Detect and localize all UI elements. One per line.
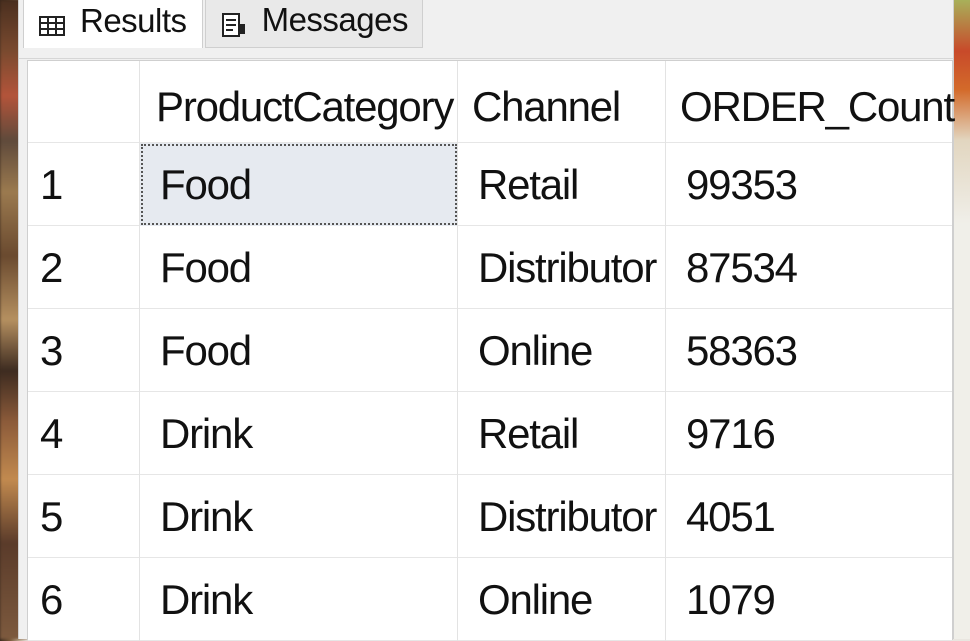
table-cell-productcategory[interactable]: Drink [140,475,458,558]
row-number[interactable]: 4 [28,392,140,475]
table-row: 5 Drink Distributor 4051 [28,475,952,558]
table-cell-channel[interactable]: Retail [458,143,666,226]
messages-icon [220,11,248,39]
table-cell-channel[interactable]: Online [458,558,666,641]
table-row: 4 Drink Retail 9716 [28,392,952,475]
column-header-channel[interactable]: Channel [458,61,666,144]
results-pane: Results Messages ProductCategory Channel… [18,0,955,641]
row-number[interactable]: 2 [28,226,140,309]
table-cell-order-count[interactable]: 1079 [666,558,952,641]
row-number[interactable]: 6 [28,558,140,641]
table-row: 2 Food Distributor 87534 [28,226,952,309]
tab-messages-label: Messages [261,1,409,38]
background-photo-right [952,0,970,639]
table-cell-order-count[interactable]: 87534 [666,226,952,309]
tab-results-label: Results [80,2,187,39]
row-number[interactable]: 1 [28,143,140,226]
table-cell-channel[interactable]: Distributor [458,226,666,309]
table-cell-order-count[interactable]: 99353 [666,143,952,226]
row-number-header[interactable] [28,61,140,144]
results-tabbar: Results Messages [19,0,953,59]
table-cell-order-count[interactable]: 4051 [666,475,952,558]
table-cell-order-count[interactable]: 58363 [666,309,952,392]
table-cell-productcategory[interactable]: Food [140,226,458,309]
table-cell-channel[interactable]: Retail [458,392,666,475]
table-cell-productcategory[interactable]: Food [140,143,458,226]
table-row: 6 Drink Online 1079 [28,558,952,641]
table-cell-channel[interactable]: Online [458,309,666,392]
results-grid: ProductCategory Channel ORDER_Count 1 Fo… [27,60,955,641]
table-cell-productcategory[interactable]: Drink [140,558,458,641]
table-row: 3 Food Online 58363 [28,309,952,392]
row-number[interactable]: 3 [28,309,140,392]
tab-messages[interactable]: Messages [205,0,423,48]
tab-results[interactable]: Results [23,0,203,48]
table-cell-order-count[interactable]: 9716 [666,392,952,475]
table-row: 1 Food Retail 99353 [28,143,952,226]
grid-header-row: ProductCategory Channel ORDER_Count [28,61,955,144]
column-header-productcategory[interactable]: ProductCategory [140,61,458,144]
table-cell-productcategory[interactable]: Food [140,309,458,392]
row-number[interactable]: 5 [28,475,140,558]
table-cell-channel[interactable]: Distributor [458,475,666,558]
grid-icon [38,12,66,40]
table-cell-productcategory[interactable]: Drink [140,392,458,475]
column-header-order-count[interactable]: ORDER_Count [666,61,955,144]
